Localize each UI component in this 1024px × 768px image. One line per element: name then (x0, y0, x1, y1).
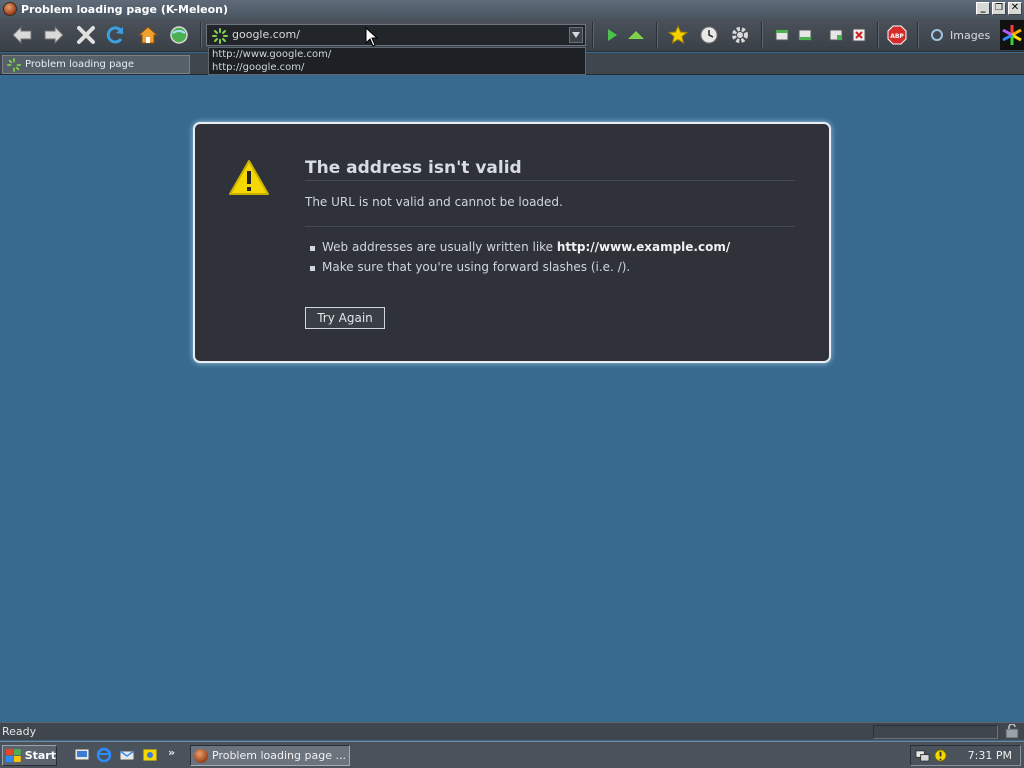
windows-media-icon[interactable] (142, 747, 158, 763)
windows-logo-icon (6, 748, 21, 762)
forward-icon (44, 25, 64, 45)
loading-spinner-icon (212, 28, 228, 44)
url-suggestion-item[interactable]: http://google.com/ (209, 61, 585, 74)
quick-launch-chevron[interactable]: » (168, 746, 175, 759)
url-history-dropdown-button[interactable] (569, 27, 583, 43)
stop-icon (77, 26, 95, 44)
history-button[interactable] (697, 23, 721, 47)
panel-icon (829, 29, 843, 41)
tab-label: Problem loading page (25, 59, 135, 70)
bookmarks-button[interactable] (666, 23, 690, 47)
home-button[interactable] (136, 23, 160, 47)
taskbar: Start » Problem loading page ... 7:31 PM (0, 741, 1024, 768)
toolbar-separator (877, 22, 879, 48)
back-icon (12, 25, 32, 45)
minimize-button[interactable]: _ (976, 2, 990, 15)
warning-icon (229, 160, 269, 195)
window-controls: _ ❐ ✕ (976, 2, 1022, 15)
settings-icon (732, 27, 748, 43)
panel-button-1[interactable] (770, 23, 794, 47)
try-again-button[interactable]: Try Again (305, 307, 385, 329)
panel-icon (775, 29, 789, 41)
security-status-icon[interactable] (1004, 724, 1020, 740)
update-icon[interactable] (933, 748, 948, 763)
suggestion-text: Make sure that you're using forward slas… (322, 260, 631, 274)
status-bar: Ready (0, 722, 1024, 740)
up-button[interactable] (624, 23, 648, 47)
maximize-button[interactable]: ❐ (992, 2, 1006, 15)
search-engine-label: Images (950, 28, 991, 42)
internet-explorer-icon[interactable] (96, 747, 112, 763)
search-engine-icon (931, 29, 943, 41)
clock[interactable]: 7:31 PM (968, 749, 1012, 762)
url-input[interactable] (232, 25, 562, 45)
title-bar: Problem loading page (K-Meleon) _ ❐ ✕ (0, 0, 1024, 18)
mouse-cursor-icon (365, 27, 379, 47)
search-engine-button[interactable]: Images (930, 28, 990, 42)
reload-icon (106, 26, 124, 44)
adblock-label: ABP (890, 33, 904, 40)
k-meleon-app-icon[interactable] (3, 2, 17, 16)
outlook-express-icon[interactable] (119, 747, 135, 763)
forward-button[interactable] (42, 23, 66, 47)
globe-icon (170, 26, 188, 44)
close-tab-button[interactable] (847, 23, 871, 47)
page-content: The address isn't valid The URL is not v… (0, 76, 1024, 722)
settings-button[interactable] (728, 23, 752, 47)
window-title: Problem loading page (K-Meleon) (21, 2, 229, 16)
go-icon (608, 29, 617, 41)
suggestion-text: Web addresses are usually written like (322, 240, 557, 254)
go-button[interactable] (600, 23, 624, 47)
panel-button-2[interactable] (793, 23, 817, 47)
k-meleon-throbber-icon (1002, 25, 1022, 45)
history-icon (700, 26, 718, 44)
divider (305, 180, 795, 181)
task-label: Problem loading page ... (212, 749, 346, 762)
stop-button[interactable] (74, 23, 98, 47)
toolbar-separator (592, 22, 594, 48)
error-description: The URL is not valid and cannot be loade… (305, 195, 563, 209)
panel-icon (798, 29, 812, 41)
toolbar-separator (761, 22, 763, 48)
list-item: Web addresses are usually written like h… (310, 240, 730, 260)
status-text: Ready (2, 725, 37, 738)
k-meleon-app-icon (194, 748, 208, 763)
adblock-icon: ABP (887, 25, 907, 45)
panel-button-3[interactable] (824, 23, 848, 47)
toolbar-separator (200, 22, 202, 48)
chevron-down-icon (572, 32, 580, 38)
toolbar-separator (917, 22, 919, 48)
example-url: http://www.example.com/ (556, 240, 731, 254)
url-suggestion-item[interactable]: http://www.google.com/ (209, 48, 585, 61)
back-button[interactable] (10, 23, 34, 47)
bookmarks-icon (668, 25, 688, 45)
taskbar-item-k-meleon[interactable]: Problem loading page ... (190, 745, 350, 766)
loading-spinner-icon (7, 57, 21, 72)
error-suggestions-list: Web addresses are usually written like h… (310, 240, 730, 280)
list-item: Make sure that you're using forward slas… (310, 260, 730, 280)
home-icon (138, 26, 158, 44)
up-icon (628, 31, 644, 39)
adblock-button[interactable]: ABP (885, 23, 909, 47)
divider (305, 226, 795, 227)
network-icon[interactable] (915, 748, 930, 763)
toolbar-separator (656, 22, 658, 48)
url-suggestions-dropdown: http://www.google.com/ http://google.com… (208, 47, 586, 75)
tab-problem-loading-page[interactable]: Problem loading page (2, 55, 190, 74)
system-tray: 7:31 PM (910, 745, 1021, 766)
globe-button[interactable] (167, 23, 191, 47)
reload-button[interactable] (104, 23, 128, 47)
error-title: The address isn't valid (305, 158, 522, 178)
error-panel: The address isn't valid The URL is not v… (193, 122, 831, 363)
start-label: Start (24, 749, 56, 762)
throbber (1000, 20, 1024, 50)
start-button[interactable]: Start (2, 745, 57, 766)
close-window-button[interactable]: ✕ (1008, 2, 1022, 15)
show-desktop-icon[interactable] (74, 747, 90, 763)
url-bar[interactable] (206, 24, 586, 46)
close-tab-icon (852, 28, 866, 42)
status-progress-pane (873, 725, 998, 739)
